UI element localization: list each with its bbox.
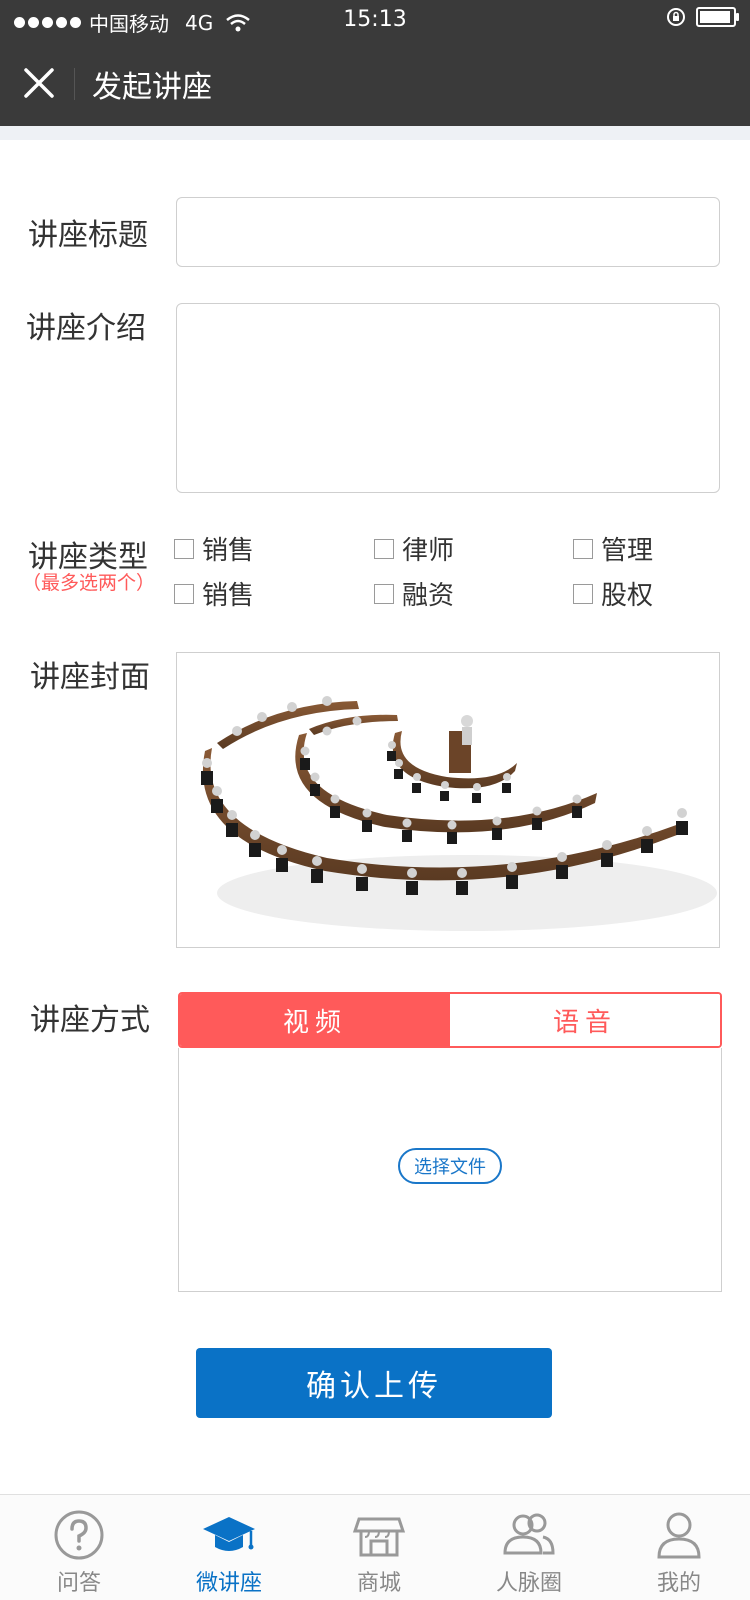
title-input[interactable] xyxy=(176,197,720,267)
rotation-lock-icon xyxy=(667,8,685,26)
page-title: 发起讲座 xyxy=(92,70,212,105)
intro-label: 讲座介绍 xyxy=(26,311,146,346)
cover-image[interactable] xyxy=(176,652,720,948)
method-tabs: 视频 语音 xyxy=(178,992,722,1048)
type-option-label: 销售 xyxy=(202,581,255,611)
nav-divider xyxy=(74,68,75,100)
tabbar-label: 人脉圈 xyxy=(495,1571,562,1596)
tabbar-item-qa[interactable]: 问答 xyxy=(4,1507,154,1597)
type-option-sales[interactable]: 销售 xyxy=(174,530,254,567)
clock: 15:13 xyxy=(343,7,407,32)
type-option-label: 股权 xyxy=(601,581,654,611)
tabbar-item-network[interactable]: 人脉圈 xyxy=(454,1507,604,1597)
store-icon xyxy=(352,1517,406,1557)
type-option-management[interactable]: 管理 xyxy=(573,530,653,567)
upload-area: 选择文件 xyxy=(178,1048,722,1292)
intro-textarea[interactable] xyxy=(176,303,720,493)
type-option-label: 融资 xyxy=(402,581,455,611)
checkbox[interactable] xyxy=(374,583,394,604)
type-option-sales-2[interactable]: 销售 xyxy=(174,575,254,612)
tabbar-label: 微讲座 xyxy=(195,1571,262,1596)
checkbox[interactable] xyxy=(573,538,593,559)
type-option-financing[interactable]: 融资 xyxy=(374,575,454,612)
status-right xyxy=(666,7,739,27)
tabbar-label: 我的 xyxy=(656,1571,701,1596)
bottom-tab-bar: 问答 微讲座 商城 人脉圈 我的 xyxy=(0,1494,750,1600)
tabbar-label: 问答 xyxy=(56,1571,101,1596)
checkbox[interactable] xyxy=(174,538,194,559)
choose-file-button[interactable]: 选择文件 xyxy=(398,1148,502,1184)
people-icon xyxy=(503,1513,555,1555)
submit-button[interactable]: 确认上传 xyxy=(196,1348,552,1418)
checkbox[interactable] xyxy=(174,583,194,604)
graduation-cap-icon xyxy=(203,1517,255,1551)
tab-video[interactable]: 视频 xyxy=(180,994,450,1046)
status-bar: 中国移动 4G 15:13 xyxy=(0,0,750,40)
type-option-label: 律师 xyxy=(402,536,455,566)
tabbar-item-store[interactable]: 商城 xyxy=(304,1507,454,1597)
tab-audio[interactable]: 语音 xyxy=(450,994,720,1046)
nav-bar: 发起讲座 xyxy=(0,40,750,126)
close-icon[interactable] xyxy=(20,64,58,102)
user-icon xyxy=(657,1512,701,1559)
battery-icon xyxy=(696,7,739,27)
checkbox[interactable] xyxy=(374,538,394,559)
type-option-lawyer[interactable]: 律师 xyxy=(374,530,454,567)
header-separator xyxy=(0,126,750,140)
tabbar-item-me[interactable]: 我的 xyxy=(604,1507,750,1597)
conference-illustration xyxy=(201,696,717,931)
checkbox[interactable] xyxy=(573,583,593,604)
tabbar-item-lecture[interactable]: 微讲座 xyxy=(154,1507,304,1597)
type-option-label: 管理 xyxy=(601,536,654,566)
cover-label: 讲座封面 xyxy=(30,660,150,695)
type-option-equity[interactable]: 股权 xyxy=(573,575,653,612)
method-label: 讲座方式 xyxy=(30,1003,150,1038)
type-option-label: 销售 xyxy=(202,536,255,566)
title-label: 讲座标题 xyxy=(28,218,148,253)
tabbar-label: 商城 xyxy=(356,1571,401,1596)
question-icon xyxy=(54,1510,104,1560)
type-hint: （最多选两个） xyxy=(22,572,156,594)
